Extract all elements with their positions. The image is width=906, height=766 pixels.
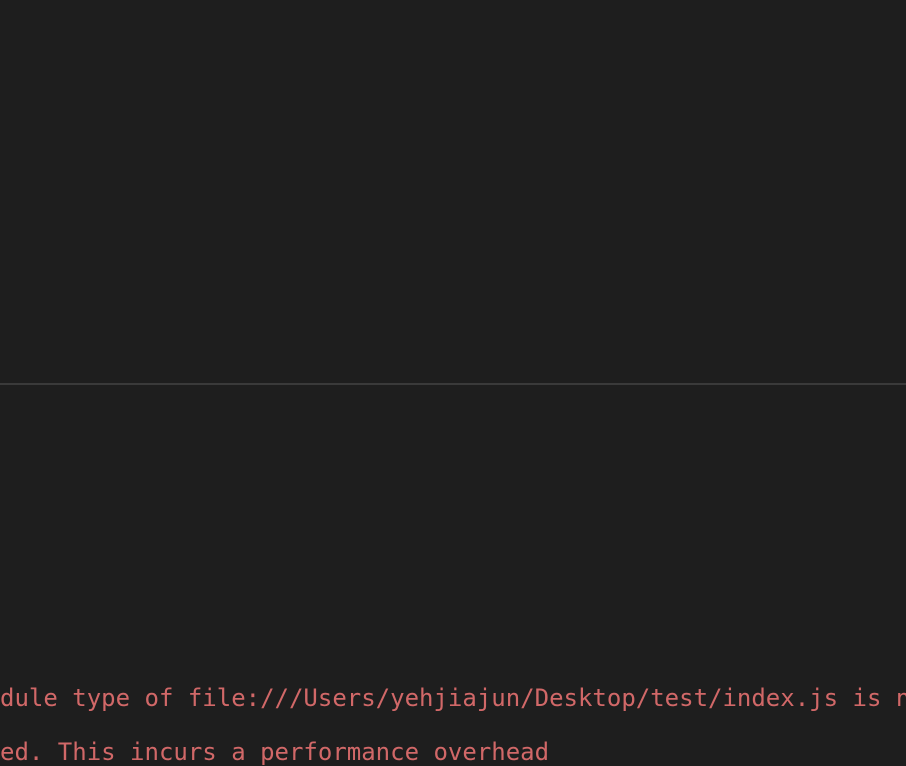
screen: { "colors": { "background": "#1e1e1e", "…	[0, 0, 906, 756]
upper-pane	[0, 0, 906, 383]
terminal-pane[interactable]: dule type of file:///Users/yehjiajun/Des…	[0, 385, 906, 756]
terminal-warning-line: dule type of file:///Users/yehjiajun/Des…	[0, 684, 906, 712]
terminal-warning-line: ed. This incurs a performance overhead	[0, 738, 906, 766]
